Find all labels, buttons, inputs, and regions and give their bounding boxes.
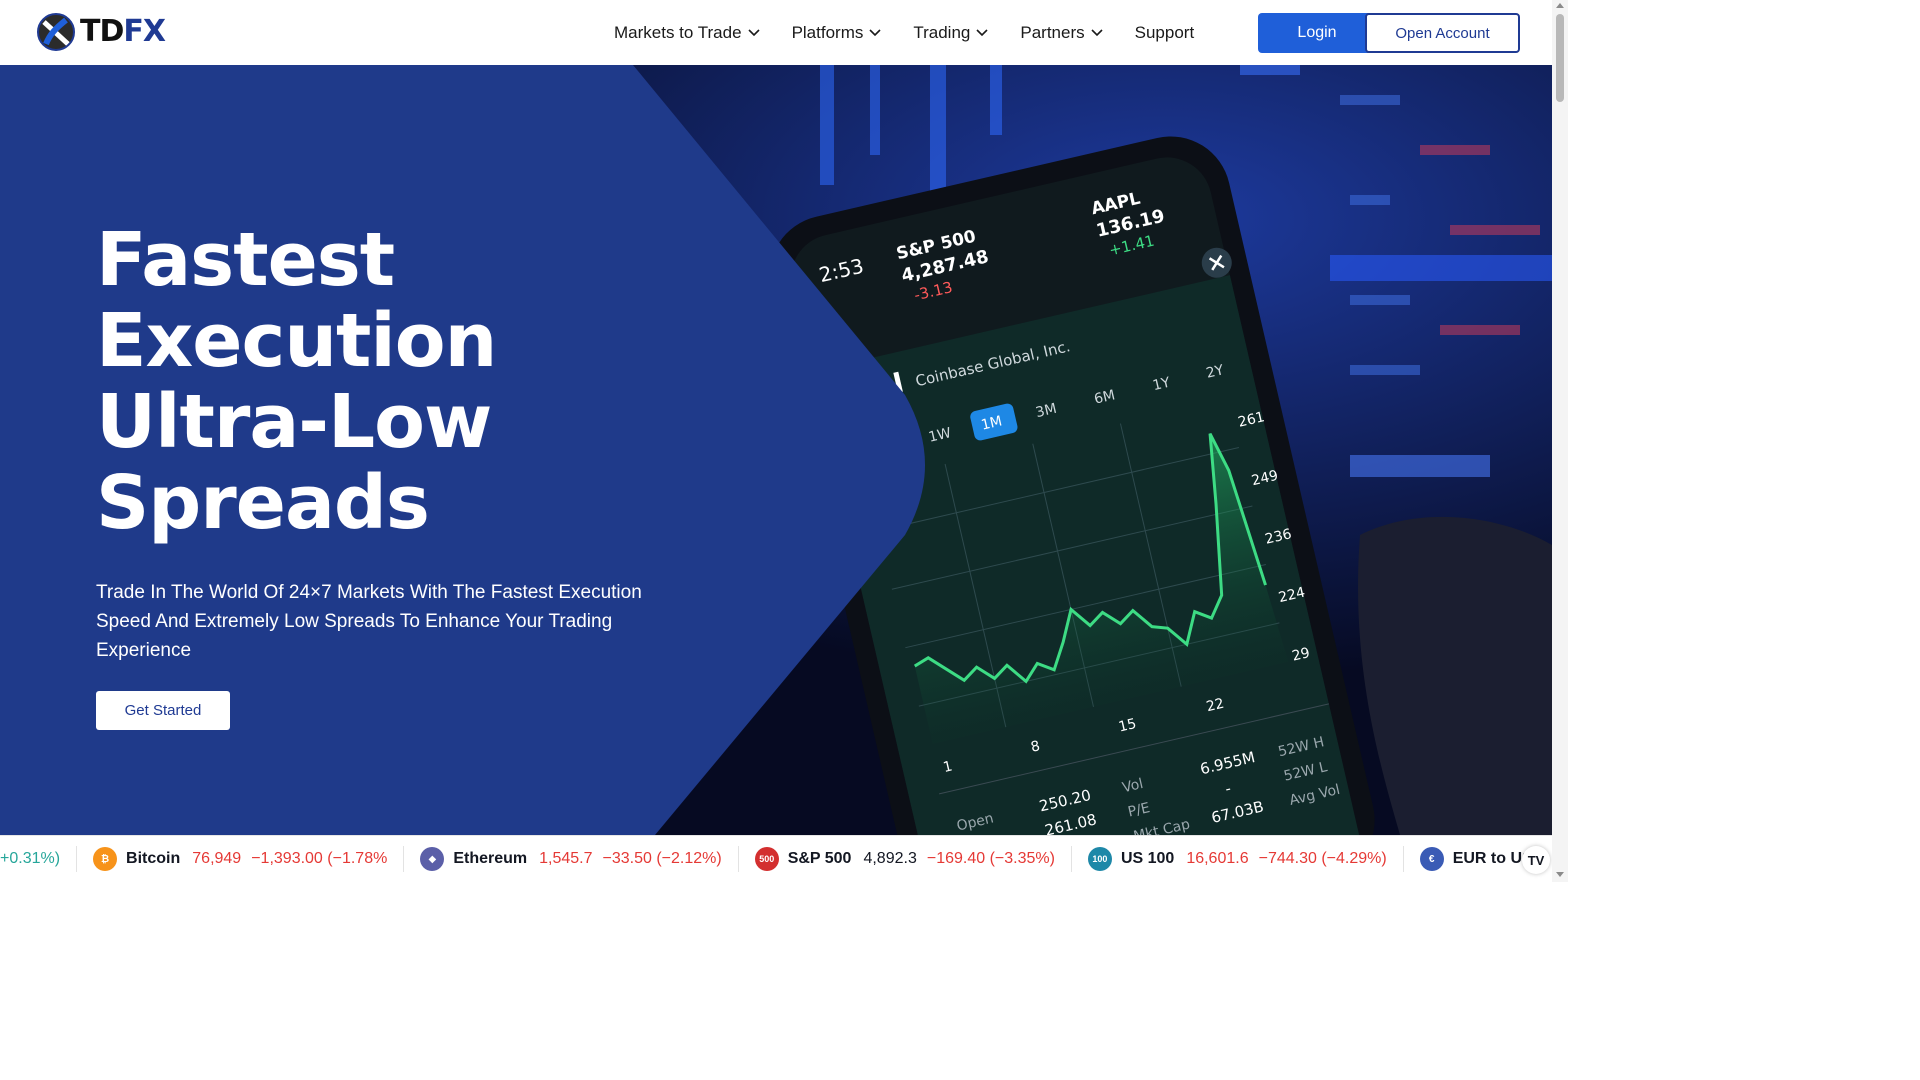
ticker-name: US 100: [1120, 850, 1175, 867]
hero-title-line: Spreads: [96, 460, 430, 546]
ticker-price: 16,601.6: [1186, 850, 1249, 867]
hero-subtitle: Trade In The World Of 24×7 Markets With …: [96, 582, 642, 661]
hero-title-line: Fastest: [96, 217, 395, 303]
scroll-up-arrow-icon[interactable]: [1556, 3, 1564, 8]
ticker-price: 1,545.7: [539, 850, 593, 867]
nav-label: Trading: [913, 22, 971, 42]
ticker-name: Ethereum: [453, 850, 528, 867]
ticker-change: −744.30 (−4.29%): [1258, 850, 1387, 867]
ethereum-icon: ◆: [420, 847, 445, 871]
ticker-item-sp500[interactable]: 500 S&P 500 4,892.3 −169.40 (−3.35%): [754, 846, 1072, 872]
main-nav: Markets to Trade Platforms Trading Partn…: [614, 0, 1226, 65]
hero-title-line: Ultra-Low: [96, 379, 492, 465]
ticker-item-us100[interactable]: 100 US 100 16,601.6 −744.30 (−4.29%): [1087, 846, 1404, 872]
page: TDFX Markets to Trade Platforms Trading …: [0, 0, 1568, 882]
chevron-down-icon: [869, 28, 881, 36]
ticker-item-bitcoin[interactable]: ₿ Bitcoin 76,949 −1,393.00 (−1.78%: [93, 846, 405, 872]
nav-label: Platforms: [791, 22, 864, 42]
ticker-name: S&P 500: [787, 850, 852, 867]
eurusd-icon: €: [1419, 847, 1444, 871]
hero-section: 2:53 S&P 500 4,287.48 -3.13 AAPL 136.19 …: [0, 65, 1552, 835]
ticker-price: 4,892.3: [863, 850, 917, 867]
chevron-down-icon: [747, 28, 760, 36]
get-started-button[interactable]: Get Started: [96, 691, 230, 730]
ticker-item-partial[interactable]: +0.31%): [0, 846, 78, 872]
login-button[interactable]: Login: [1258, 13, 1376, 53]
page-scrollbar[interactable]: [1552, 0, 1568, 882]
ticker-change: +0.31%): [0, 850, 61, 867]
ticker-tape[interactable]: +0.31%) ₿ Bitcoin 76,949 −1,393.00 (−1.7…: [0, 835, 1552, 882]
ticker-change: −169.40 (−3.35%): [926, 850, 1055, 867]
nav-platforms[interactable]: Platforms: [792, 23, 882, 43]
chevron-down-icon: [1091, 28, 1103, 36]
chevron-down-icon: [976, 28, 988, 36]
bitcoin-icon: ₿: [93, 847, 118, 871]
nav-support[interactable]: Support: [1135, 23, 1195, 43]
ticker-item-ethereum[interactable]: ◆ Ethereum 1,545.7 −33.50 (−2.12%): [420, 846, 739, 872]
hero-title-line: Execution: [96, 298, 497, 384]
nav-label: Markets to Trade: [614, 22, 742, 42]
logo-wordmark: TDFX: [80, 14, 166, 49]
ticker-change: −1,393.00 (−1.78%: [251, 850, 388, 867]
open-account-button[interactable]: Open Account: [1365, 13, 1520, 53]
nav-markets-to-trade[interactable]: Markets to Trade: [614, 23, 760, 43]
nav-label: Support: [1134, 22, 1195, 42]
site-header: TDFX Markets to Trade Platforms Trading …: [0, 0, 1552, 65]
ticker-name: Bitcoin: [126, 850, 181, 867]
nav-label: Partners: [1020, 22, 1085, 42]
hero-title: Fastest Execution Ultra-Low Spreads: [96, 217, 497, 546]
sp500-icon: 500: [754, 847, 779, 871]
nav-partners[interactable]: Partners: [1020, 22, 1103, 43]
scroll-down-arrow-icon[interactable]: [1556, 872, 1564, 877]
logo-mark-icon: [37, 13, 75, 51]
tradingview-logo-icon[interactable]: TV: [1522, 846, 1550, 874]
us100-icon: 100: [1087, 847, 1112, 871]
ticker-price: 76,949: [192, 850, 242, 867]
ticker-change: −33.50 (−2.12%): [602, 850, 722, 867]
site-logo[interactable]: TDFX: [36, 12, 166, 52]
scroll-thumb[interactable]: [1556, 14, 1564, 102]
nav-trading[interactable]: Trading: [913, 23, 988, 43]
